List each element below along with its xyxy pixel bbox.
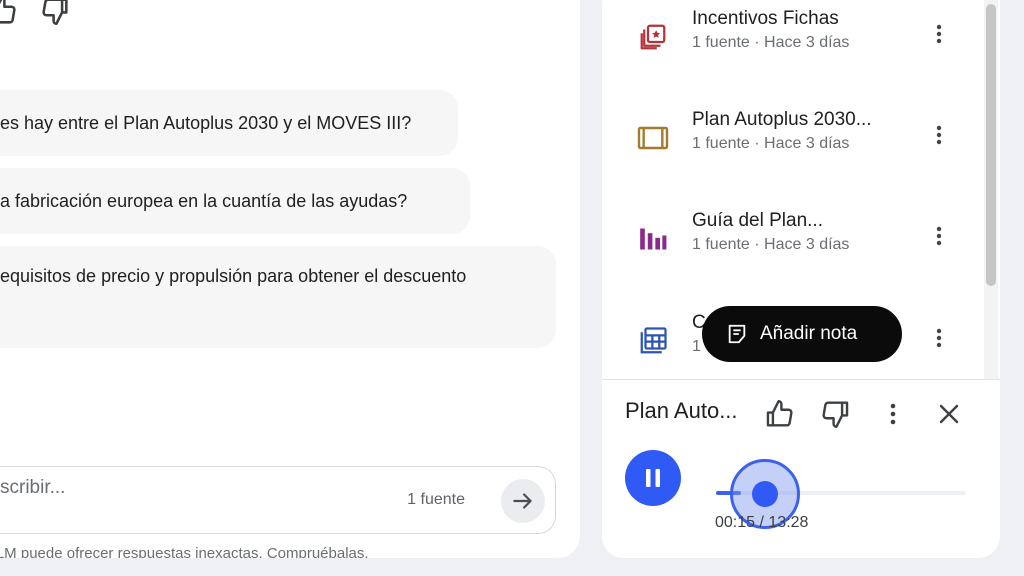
source-meta: 1 bbox=[692, 338, 701, 355]
thumb-down-icon bbox=[822, 401, 849, 428]
suggested-question[interactable]: equisitos de precio y propulsión para ob… bbox=[0, 246, 556, 348]
more-vert-icon bbox=[890, 403, 896, 425]
thumb-up-icon[interactable] bbox=[0, 0, 20, 28]
more-vert-icon[interactable] bbox=[928, 324, 950, 352]
seek-handle[interactable] bbox=[752, 481, 778, 507]
source-title: Guía del Plan... bbox=[692, 210, 823, 231]
thumb-down-icon[interactable] bbox=[38, 0, 72, 28]
dislike-button[interactable] bbox=[817, 396, 853, 432]
response-feedback bbox=[0, 0, 80, 26]
more-options-button[interactable] bbox=[875, 396, 911, 432]
source-meta: 1 fuente · Hace 3 días bbox=[692, 135, 850, 152]
list-item[interactable]: Plan Autoplus 2030... 1 fuente · Hace 3 … bbox=[602, 105, 982, 165]
list-item[interactable]: Incentivos Fichas 1 fuente · Hace 3 días bbox=[602, 4, 982, 64]
source-count: 1 fuente bbox=[407, 491, 465, 508]
sources-panel: Incentivos Fichas 1 fuente · Hace 3 días… bbox=[602, 0, 1000, 558]
suggested-question[interactable]: a fabricación europea en la cuantía de l… bbox=[0, 168, 470, 234]
suggested-question[interactable]: es hay entre el Plan Autoplus 2030 y el … bbox=[0, 90, 458, 156]
more-vert-icon[interactable] bbox=[928, 121, 950, 149]
chat-input-placeholder: scribir... bbox=[0, 477, 66, 498]
source-title: Plan Autoplus 2030... bbox=[692, 109, 872, 130]
chat-panel: es hay entre el Plan Autoplus 2030 y el … bbox=[0, 0, 580, 558]
total-duration: 13:28 bbox=[768, 514, 809, 531]
source-title: Incentivos Fichas bbox=[692, 8, 839, 29]
source-meta: 1 fuente · Hace 3 días bbox=[692, 34, 850, 51]
add-note-button[interactable]: Añadir nota bbox=[702, 306, 902, 362]
table-icon bbox=[636, 324, 670, 358]
note-icon bbox=[726, 323, 748, 345]
source-meta: 1 fuente · Hace 3 días bbox=[692, 236, 850, 253]
playback-time: 00:15 / 13:28 bbox=[715, 514, 808, 532]
scrollbar-thumb[interactable] bbox=[986, 4, 996, 286]
more-vert-icon[interactable] bbox=[928, 20, 950, 48]
more-vert-icon[interactable] bbox=[928, 222, 950, 250]
add-note-label: Añadir nota bbox=[760, 323, 858, 344]
like-button[interactable] bbox=[762, 396, 798, 432]
suggested-question-text: es hay entre el Plan Autoplus 2030 y el … bbox=[0, 113, 412, 133]
audio-title: Plan Auto... bbox=[625, 398, 738, 423]
suggested-question-text: equisitos de precio y propulsión para ob… bbox=[0, 266, 467, 286]
pause-icon bbox=[646, 469, 660, 487]
audio-player: Plan Auto... 00:15 / 13:28 bbox=[602, 380, 1000, 558]
disclaimer: okLM puede ofrecer respuestas inexactas.… bbox=[0, 545, 369, 558]
pause-button[interactable] bbox=[625, 450, 681, 506]
send-button[interactable] bbox=[501, 479, 545, 523]
time-separator: / bbox=[755, 514, 769, 531]
slides-icon bbox=[636, 20, 670, 54]
suggested-question-text: a fabricación europea en la cuantía de l… bbox=[0, 191, 408, 211]
video-frame-icon bbox=[636, 121, 670, 155]
chat-input[interactable]: scribir... 1 fuente bbox=[0, 466, 556, 534]
source-list: Incentivos Fichas 1 fuente · Hace 3 días… bbox=[602, 0, 1000, 380]
list-item[interactable]: Guía del Plan... 1 fuente · Hace 3 días bbox=[602, 206, 982, 266]
chart-bars-icon bbox=[636, 222, 670, 256]
close-button[interactable] bbox=[931, 396, 967, 432]
elapsed-time: 00:15 bbox=[715, 514, 756, 531]
arrow-right-icon bbox=[513, 493, 532, 509]
close-icon bbox=[939, 404, 959, 424]
thumb-up-icon bbox=[766, 400, 793, 427]
